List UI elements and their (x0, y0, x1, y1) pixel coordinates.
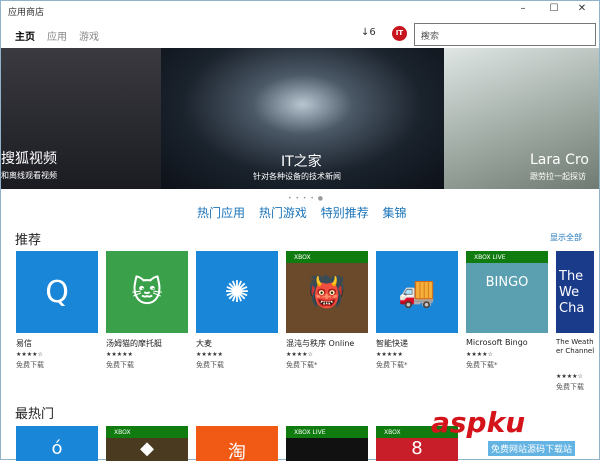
app-icon: ◆ (140, 438, 154, 459)
watermark-tagline: 免费网站源码下载站 (488, 441, 576, 456)
app-name[interactable]: Microsoft Bingo (466, 338, 548, 347)
search-icon[interactable]: ⌕ (421, 27, 590, 42)
app-price: 免费下载 (556, 383, 584, 391)
app-tile[interactable]: XBOX LIVE BINGO (466, 251, 548, 333)
rating-stars: ★★★★★ (376, 351, 403, 358)
rating-stars: ★★★★★ (196, 351, 223, 358)
app-tile[interactable]: The We Cha (556, 251, 594, 333)
category-hot-apps[interactable]: 热门应用 (197, 206, 245, 220)
avatar[interactable]: IT (392, 26, 407, 41)
app-icon: ✺ (224, 275, 250, 310)
rating-stars: ★★★★☆ (466, 351, 493, 358)
xbox-badge: XBOX (286, 251, 368, 263)
category-links: 热门应用 热门游戏 特别推荐 集锦 (197, 204, 417, 221)
app-tile[interactable]: XBOX 👹 (286, 251, 368, 333)
app-icon: 8 (411, 438, 423, 459)
app-name[interactable]: 智能快递 (376, 338, 458, 349)
app-price: 免费下载 (196, 361, 224, 369)
hero-subtitle: 和离线观看视频 (1, 171, 57, 180)
downloads-button[interactable]: ↓6 (361, 27, 376, 38)
app-tile[interactable]: ✺ (196, 251, 278, 333)
hero-slide-sohu[interactable]: 搜狐视频 和离线观看视频 (1, 48, 161, 189)
app-icon: ό (51, 438, 63, 459)
rating-stars: ★★★★☆ (286, 351, 313, 358)
tab-home[interactable]: 主页 (15, 28, 35, 43)
rating-stars: ★★★★☆ (16, 351, 43, 358)
app-icon: 👹 (308, 275, 346, 310)
close-button[interactable]: ✕ (572, 3, 592, 14)
section-title-hottest: 最热门 (15, 407, 55, 422)
xbox-badge: XBOX (106, 426, 188, 438)
app-name[interactable]: 易信 (16, 338, 98, 349)
app-tile[interactable]: XBOX ◆ (106, 426, 188, 461)
hero-slide-lara[interactable]: Lara Cro 跟劳拉一起探访 (444, 48, 599, 189)
hero-title: IT之家 (281, 154, 322, 170)
tab-apps[interactable]: 应用 (47, 28, 67, 43)
rating-stars: ★★★★☆ (556, 373, 583, 380)
app-icon: The We Cha (559, 269, 585, 316)
app-tile[interactable]: 🚚 (376, 251, 458, 333)
app-name[interactable]: 汤姆猫的摩托艇 (106, 338, 188, 349)
app-tile[interactable]: XBOX LIVE (286, 426, 368, 461)
app-tile[interactable]: ό (16, 426, 98, 461)
hero-subtitle: 针对各种设备的技术新闻 (253, 172, 341, 181)
section-title-recommended: 推荐 (15, 233, 42, 248)
show-all-link[interactable]: 显示全部 (550, 232, 582, 243)
app-price: 免费下载* (286, 361, 318, 369)
xbox-badge: XBOX LIVE (466, 251, 548, 263)
download-count: 6 (369, 27, 376, 38)
carousel-dots[interactable]: • • • • ● (288, 195, 324, 202)
hero-title: Lara Cro (530, 152, 589, 168)
app-name[interactable]: The Weather Channel (556, 338, 596, 356)
watermark-logo: aspku.com (431, 406, 563, 439)
category-hot-games[interactable]: 热门游戏 (259, 206, 307, 220)
category-featured[interactable]: 特别推荐 (321, 206, 369, 220)
app-price: 免费下载* (376, 361, 408, 369)
category-collections[interactable]: 集锦 (383, 206, 407, 220)
app-price: 免费下载 (106, 361, 134, 369)
hero-subtitle: 跟劳拉一起探访 (530, 172, 586, 181)
search-input[interactable]: 搜索 ⌕ (414, 23, 596, 46)
top-nav: 主页 应用 游戏 ↓6 IT 搜索 ⌕ (1, 23, 599, 47)
app-icon: BINGO (485, 275, 529, 290)
app-icon: 淘 (228, 442, 246, 463)
app-icon: 🐱 (131, 275, 163, 310)
app-name[interactable]: 混沌与秩序 Online (286, 338, 368, 349)
tab-games[interactable]: 游戏 (79, 28, 99, 43)
xbox-badge: XBOX LIVE (286, 426, 368, 438)
app-icon: Q (45, 275, 69, 310)
hero-title: 搜狐视频 (1, 151, 57, 167)
app-price: 免费下载* (466, 361, 498, 369)
app-tile[interactable]: 淘 (196, 426, 278, 463)
title-bar: 应用商店 – ☐ ✕ (1, 1, 599, 21)
app-icon: 🚚 (398, 275, 436, 310)
app-price: 免费下载 (16, 361, 44, 369)
hero-slide-ithome[interactable]: IT之家 针对各种设备的技术新闻 (161, 48, 444, 189)
minimize-button[interactable]: – (513, 3, 533, 14)
maximize-button[interactable]: ☐ (544, 3, 564, 14)
hero-carousel[interactable]: 搜狐视频 和离线观看视频 IT之家 针对各种设备的技术新闻 Lara Cro 跟… (1, 48, 599, 189)
app-tile[interactable]: Q (16, 251, 98, 333)
window-title: 应用商店 (8, 8, 45, 18)
app-name[interactable]: 大麦 (196, 338, 278, 349)
rating-stars: ★★★★★ (106, 351, 133, 358)
app-tile[interactable]: 🐱 (106, 251, 188, 333)
